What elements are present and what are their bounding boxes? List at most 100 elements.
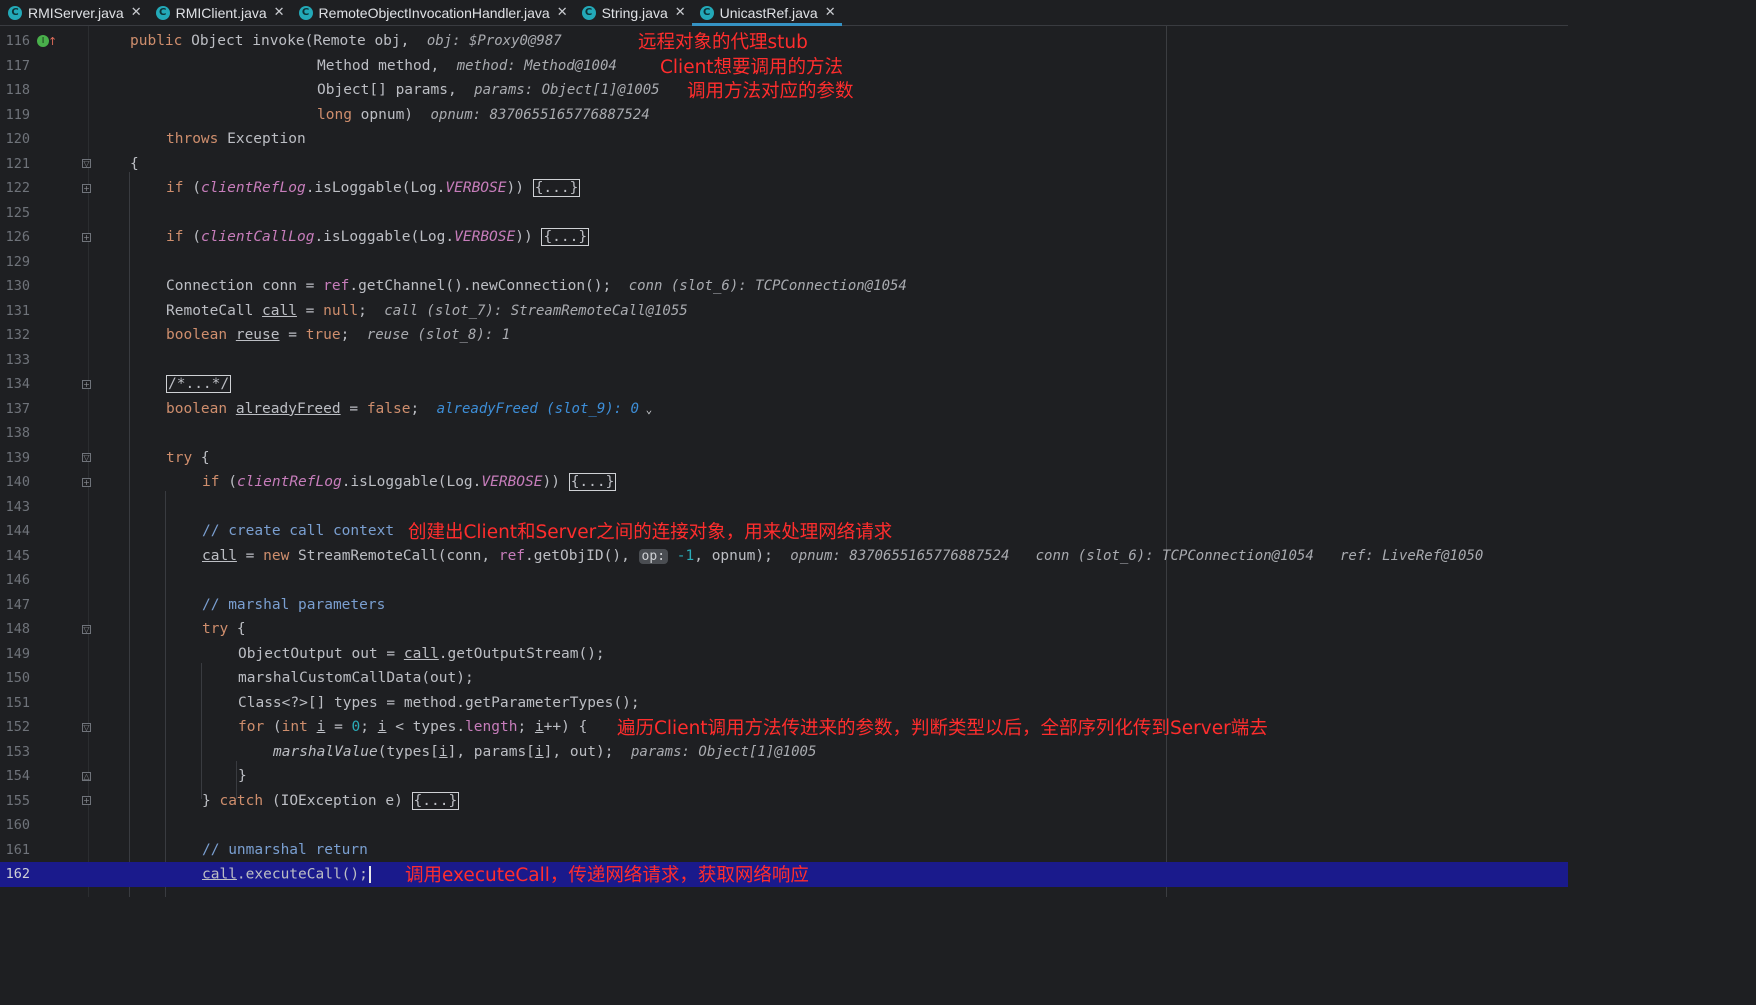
code-line[interactable]: 129 bbox=[0, 250, 1568, 275]
line-number: 119 bbox=[5, 106, 30, 123]
line-number: 120 bbox=[5, 131, 30, 148]
code-line[interactable]: 148 ▽ try { bbox=[0, 617, 1568, 642]
line-number: 160 bbox=[5, 817, 30, 834]
inline-hint: conn (slot_6): TCPConnection@1054 bbox=[1035, 547, 1314, 564]
code-text: try { bbox=[202, 621, 246, 638]
code-line[interactable]: 151 Class<?>[] types = method.getParamet… bbox=[0, 691, 1568, 716]
line-number: 140 bbox=[5, 474, 30, 491]
code-line[interactable]: 161 // unmarshal return bbox=[0, 838, 1568, 863]
class-icon: C bbox=[699, 5, 714, 20]
expand-icon[interactable]: + bbox=[82, 796, 91, 806]
annotation: 创建出Client和Server之间的连接对象，用来处理网络请求 bbox=[408, 522, 893, 544]
code-line[interactable]: 155 + } catch (IOException e) {...} bbox=[0, 789, 1568, 814]
annotation: 调用executeCall，传递网络请求，获取网络响应 bbox=[405, 865, 809, 887]
tab-remoteobjectinvocationhandler[interactable]: C RemoteObjectInvocationHandler.java ✕ bbox=[291, 0, 574, 25]
current-execution-line[interactable]: 162 call.executeCall(); 调用executeCall，传递… bbox=[0, 862, 1568, 887]
code-line[interactable]: 132 boolean reuse = true; reuse (slot_8)… bbox=[0, 323, 1568, 348]
code-line[interactable]: 147 // marshal parameters bbox=[0, 593, 1568, 618]
fold-icon[interactable]: ▽ bbox=[82, 159, 91, 169]
expand-icon[interactable]: + bbox=[82, 183, 91, 193]
close-icon[interactable]: ✕ bbox=[131, 5, 142, 20]
close-icon[interactable]: ✕ bbox=[675, 5, 686, 20]
code-line[interactable]: 116 I ↑ public Object invoke(Remote obj,… bbox=[0, 29, 1568, 54]
code-text: throws Exception bbox=[166, 131, 306, 148]
code-line[interactable]: 133 bbox=[0, 348, 1568, 373]
tab-label: RMIServer.java bbox=[28, 4, 124, 21]
class-icon: C bbox=[155, 5, 170, 20]
fold-icon[interactable]: ▽ bbox=[82, 722, 91, 732]
code-text: } bbox=[238, 768, 247, 785]
code-line[interactable]: 150 marshalCustomCallData(out); bbox=[0, 666, 1568, 691]
code-text: } catch (IOException e) {...} bbox=[202, 791, 460, 810]
code-text: // unmarshal return bbox=[202, 841, 368, 858]
inline-hint: opnum: 8370655165776887524 bbox=[430, 106, 650, 123]
code-line[interactable]: 152 ▽ for (int i = 0; i < types.length; … bbox=[0, 715, 1568, 740]
code-line[interactable]: 119 long opnum) opnum: 83706551657768875… bbox=[0, 103, 1568, 128]
tab-label: RemoteObjectInvocationHandler.java bbox=[318, 4, 550, 21]
code-line[interactable]: 125 bbox=[0, 201, 1568, 226]
line-number: 125 bbox=[5, 204, 30, 221]
expand-icon[interactable]: + bbox=[82, 379, 91, 389]
code-line[interactable]: 143 bbox=[0, 495, 1568, 520]
line-number: 143 bbox=[5, 498, 30, 515]
line-number: 151 bbox=[5, 694, 30, 711]
chevron-down-icon[interactable]: ⌄ bbox=[639, 403, 653, 416]
line-number: 150 bbox=[5, 670, 30, 687]
code-text: boolean reuse = true; reuse (slot_8): 1 bbox=[166, 327, 511, 344]
code-editor[interactable]: 116 I ↑ public Object invoke(Remote obj,… bbox=[0, 26, 1568, 897]
code-line[interactable]: 117 Method method, method: Method@1004 C… bbox=[0, 54, 1568, 79]
code-line[interactable]: 137 boolean alreadyFreed = false; alread… bbox=[0, 397, 1568, 422]
tab-unicastref[interactable]: C UnicastRef.java ✕ bbox=[691, 0, 842, 26]
code-text: // create call context bbox=[202, 523, 395, 540]
code-line[interactable]: 121 ▽ { bbox=[0, 152, 1568, 177]
close-icon[interactable]: ✕ bbox=[274, 5, 285, 20]
code-line[interactable]: 144 // create call context 创建出Client和Ser… bbox=[0, 519, 1568, 544]
code-text: { bbox=[130, 155, 139, 172]
code-line[interactable]: 154 △ } bbox=[0, 764, 1568, 789]
fold-icon[interactable]: ▽ bbox=[82, 453, 91, 463]
code-line[interactable]: 146 bbox=[0, 568, 1568, 593]
code-text: // marshal parameters bbox=[202, 596, 386, 613]
code-line[interactable]: 139 ▽ try { bbox=[0, 446, 1568, 471]
line-number: 138 bbox=[5, 425, 30, 442]
code-line[interactable]: 140 + if (clientRefLog.isLoggable(Log.VE… bbox=[0, 470, 1568, 495]
tab-string[interactable]: C String.java ✕ bbox=[574, 0, 692, 25]
line-number: 134 bbox=[5, 376, 30, 393]
code-line[interactable]: 120 throws Exception bbox=[0, 127, 1568, 152]
code-text: if (clientRefLog.isLoggable(Log.VERBOSE)… bbox=[166, 179, 581, 198]
line-number: 152 bbox=[5, 719, 30, 736]
tab-rmiclient[interactable]: C RMIClient.java ✕ bbox=[148, 0, 291, 25]
line-number: 155 bbox=[5, 792, 30, 809]
code-line[interactable]: 134 + /*...*/ bbox=[0, 372, 1568, 397]
code-line[interactable]: 153 marshalValue(types[i], params[i], ou… bbox=[0, 740, 1568, 765]
line-number: 145 bbox=[5, 547, 30, 564]
code-line[interactable]: 122 + if (clientRefLog.isLoggable(Log.VE… bbox=[0, 176, 1568, 201]
code-text: Method method, method: Method@1004 bbox=[317, 57, 617, 74]
inline-hint: alreadyFreed (slot_9): 0 bbox=[436, 400, 639, 417]
code-line[interactable]: 138 bbox=[0, 421, 1568, 446]
line-number: 121 bbox=[5, 155, 30, 172]
code-line[interactable]: 149 ObjectOutput out = call.getOutputStr… bbox=[0, 642, 1568, 667]
close-icon[interactable]: ✕ bbox=[825, 5, 836, 20]
editor-tab-bar: C RMIServer.java ✕ C RMIClient.java ✕ C … bbox=[0, 0, 1568, 26]
expand-icon[interactable]: + bbox=[82, 232, 91, 242]
code-line[interactable]: 126 + if (clientCallLog.isLoggable(Log.V… bbox=[0, 225, 1568, 250]
tab-rmiserver[interactable]: C RMIServer.java ✕ bbox=[0, 0, 148, 25]
code-text: public Object invoke(Remote obj, obj: $P… bbox=[130, 33, 562, 50]
code-line[interactable]: 118 Object[] params, params: Object[1]@1… bbox=[0, 78, 1568, 103]
code-text: for (int i = 0; i < types.length; i++) { bbox=[238, 719, 588, 736]
code-text: Object[] params, params: Object[1]@1005 bbox=[317, 82, 660, 99]
code-text: RemoteCall call = null; call (slot_7): S… bbox=[166, 302, 688, 319]
code-text: marshalValue(types[i], params[i], out); … bbox=[273, 743, 817, 760]
code-line[interactable]: 145 call = new StreamRemoteCall(conn, re… bbox=[0, 544, 1568, 569]
code-text: ObjectOutput out = call.getOutputStream(… bbox=[238, 645, 605, 662]
fold-end-icon[interactable]: △ bbox=[82, 771, 91, 781]
expand-icon[interactable]: + bbox=[82, 477, 91, 487]
fold-icon[interactable]: ▽ bbox=[82, 624, 91, 634]
code-line[interactable]: 130 Connection conn = ref.getChannel().n… bbox=[0, 274, 1568, 299]
code-line[interactable]: 131 RemoteCall call = null; call (slot_7… bbox=[0, 299, 1568, 324]
line-number: 137 bbox=[5, 400, 30, 417]
line-number: 132 bbox=[5, 327, 30, 344]
close-icon[interactable]: ✕ bbox=[557, 5, 568, 20]
code-line[interactable]: 160 bbox=[0, 813, 1568, 838]
